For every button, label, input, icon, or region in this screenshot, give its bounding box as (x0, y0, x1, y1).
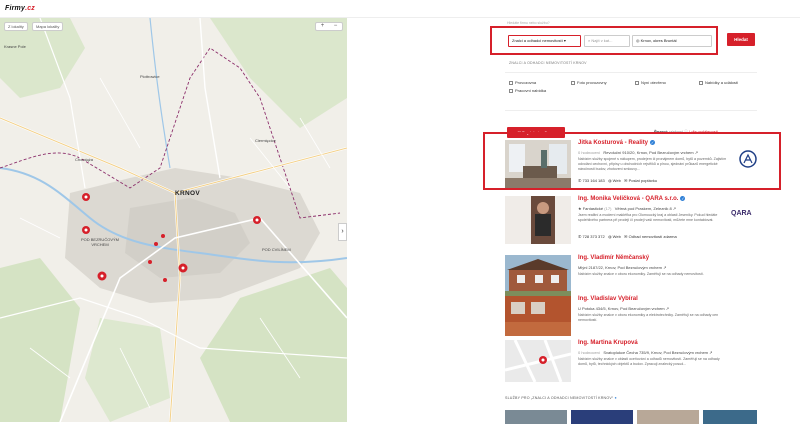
divider (505, 72, 757, 73)
listing-thumbnail[interactable] (505, 255, 571, 297)
verified-icon: ✓ (680, 196, 686, 201)
map-label-ciermiecice: Ciermięcice (255, 138, 276, 143)
map-route-button[interactable]: Z lokality (4, 22, 28, 31)
listing-desc: Jsem realitní a moderní makléřka pro Olo… (578, 213, 718, 222)
listing-meta: ★ Fantastické (17) Větrná pod Praskem, Z… (578, 206, 677, 211)
search-button[interactable]: Hledat (727, 33, 755, 46)
related-services-caption: SLUŽBY PRO „ZNALCI A ODHADCI NEMOVITOSTÍ… (505, 396, 617, 400)
listing-desc: Nabízím služby znalce v oboru ekonomiky … (578, 313, 719, 322)
listing-actions: ✆ 728 373 372 ◍ Web ✉ Odhad nemovitostí … (578, 234, 677, 239)
listing-thumbnail[interactable] (505, 296, 571, 336)
search-caption: Hledáte firmu nebo službu? (507, 21, 550, 25)
filters: Provozovna Foto provozovny Nyní otevřeno… (509, 80, 769, 104)
filter-open-now[interactable]: Nyní otevřeno (635, 80, 666, 85)
filter-foto[interactable]: Foto provozovny (571, 80, 607, 85)
results-panel: Hledáte firmu nebo službu? Znalci a odha… (347, 18, 800, 424)
map-label-piottrowice: Piottrowice (140, 74, 160, 79)
search-input[interactable]: ⌕ Najít v kat... (584, 35, 630, 47)
section-caption: ZNALCI A ODHADCI NEMOVITOSTÍ KRNOV (509, 61, 587, 65)
listing-title[interactable]: Ing. Vladislav Vybíral (578, 296, 638, 302)
location-input[interactable]: ◎ Krnov, okres Bruntál (632, 35, 712, 47)
filter-provozovna[interactable]: Provozovna (509, 80, 536, 85)
listing-highlight-box (483, 132, 781, 190)
info-icon[interactable]: ● (615, 396, 617, 400)
listing-meta: Mlýnl 2187/22, Krnov, Pod Bezručovým vrc… (578, 265, 667, 270)
map-label-krnov: KRNOV (175, 190, 200, 197)
company-logo: QARA (731, 210, 752, 217)
map-canvas[interactable] (0, 18, 347, 422)
listing-thumbnail[interactable] (505, 196, 571, 244)
top-header: Firmy.cz (0, 0, 800, 18)
site-logo[interactable]: Firmy.cz (5, 5, 35, 12)
listing-meta: 0 hodnocení Svatoplukce Čecha 735/9, Krn… (578, 350, 713, 355)
map-panel[interactable]: Z lokality Mapa lokality + − Krasne Pole… (0, 18, 347, 422)
map-label-chomiaza: Chomiąża (75, 157, 94, 162)
map-label-krasne-pole: Krasne Pole (4, 44, 26, 49)
filter-jobs[interactable]: Pracovní nabídka (509, 88, 546, 93)
map-label-pod-bezrucovym: POD BEZRUČOVÝM VRCHEM (80, 237, 119, 247)
map-layer-button[interactable]: Mapa lokality (32, 22, 64, 31)
map-label-pod-cvilinem: POD CVILÍNEM (262, 247, 291, 252)
map-collapse-button[interactable]: › (338, 223, 347, 241)
map-zoom-controls[interactable]: + − (315, 22, 343, 31)
list-item[interactable]: Ing. Martina Krupová 0 hodnocení Svatopl… (505, 340, 757, 388)
search-highlight-box: Znalci a odhadci nemovitostí ▾ ⌕ Najít v… (490, 26, 718, 55)
listing-thumbnail[interactable] (505, 340, 571, 382)
web-link[interactable]: ◍ Web (608, 234, 621, 239)
listing-desc: Nabízím služby znalce v oblasti oceňován… (578, 357, 720, 366)
filter-offers[interactable]: Nabídky a události (699, 80, 738, 85)
zoom-out-button[interactable]: − (334, 23, 338, 30)
list-item[interactable]: Ing. Monika Veličková - QARA s.r.o. ✓ ★ F… (505, 196, 757, 246)
listing-title[interactable]: Ing. Monika Veličková - QARA s.r.o. ✓ (578, 196, 686, 202)
listing-title[interactable]: Ing. Vladimír Němčanský (578, 255, 649, 261)
listing-meta: U Potoka 434/5, Krnov, Pod Bezručovým vr… (578, 306, 670, 311)
listing-title[interactable]: Ing. Martina Krupová (578, 340, 638, 346)
zoom-in-button[interactable]: + (321, 23, 325, 30)
phone-link[interactable]: ✆ 728 373 372 (578, 234, 605, 239)
category-select[interactable]: Znalci a odhadci nemovitostí ▾ (508, 35, 581, 47)
divider (505, 110, 757, 111)
listing-desc: Nabízím služby znalce v oboru ekonomiky.… (578, 272, 704, 276)
free-estimate-link[interactable]: ✉ Odhad nemovitostí zdarma (624, 234, 677, 239)
list-item[interactable]: Ing. Vladislav Vybíral U Potoka 434/5, K… (505, 296, 757, 344)
